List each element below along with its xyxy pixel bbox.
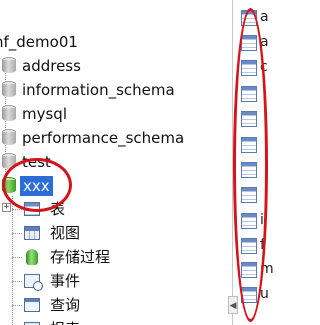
tree-item-events[interactable]: 事件 — [0, 270, 220, 292]
tree-item-label: 报表 — [50, 318, 80, 325]
tree-item-label: 查询 — [50, 296, 81, 314]
tree-item-queries[interactable]: 查询 — [0, 294, 220, 316]
db-node-information-schema[interactable]: information_schema — [0, 79, 220, 101]
list-item-label: a — [260, 34, 269, 50]
tree-item-label: 视图 — [50, 224, 81, 242]
database-icon — [2, 129, 16, 147]
db-label: test — [22, 153, 51, 171]
db-label: performance_schema — [22, 129, 185, 147]
list-item-label: c — [260, 59, 268, 75]
event-icon — [24, 274, 43, 291]
list-item-label: u — [260, 286, 269, 302]
list-item-label: f — [260, 237, 265, 253]
db-node-selected[interactable]: xxx — [0, 175, 220, 197]
table-icon[interactable] — [241, 213, 257, 229]
db-label: information_schema — [22, 81, 175, 99]
scroll-left-arrow-icon[interactable]: ◀ — [228, 296, 238, 314]
table-icon[interactable] — [241, 60, 257, 76]
tree-item-label: 事件 — [50, 272, 81, 290]
table-icon[interactable] — [241, 111, 257, 127]
table-icon — [24, 202, 40, 216]
query-icon — [24, 298, 40, 312]
table-icon[interactable] — [241, 162, 257, 178]
tree-item-stored-procedures[interactable]: 存储过程 — [0, 246, 220, 268]
db-label: address — [22, 57, 81, 75]
list-item-label: i — [260, 212, 264, 228]
object-tree: nf_demo01 address information_schema mys… — [0, 0, 228, 325]
database-icon — [2, 153, 16, 171]
tree-item-tables[interactable]: 表 — [0, 198, 220, 220]
database-icon — [2, 81, 16, 99]
list-item-label: m — [260, 261, 274, 277]
tree-item-label: 存储过程 — [50, 248, 111, 266]
tree-item-reports[interactable]: 报表 — [0, 318, 220, 325]
table-icon[interactable] — [241, 137, 257, 153]
table-icon[interactable] — [241, 287, 257, 303]
db-label-selected: xxx — [20, 176, 53, 196]
connection-label: nf_demo01 — [0, 33, 78, 51]
db-node-mysql[interactable]: mysql — [0, 103, 220, 125]
table-icon[interactable] — [241, 238, 257, 254]
table-icon[interactable] — [241, 187, 257, 203]
object-list-pane: a a c i f m u — [232, 0, 274, 325]
list-item-label: a — [260, 9, 269, 25]
tree-item-views[interactable]: 视图 — [0, 222, 220, 244]
database-icon — [2, 57, 16, 75]
table-icon[interactable] — [241, 35, 257, 51]
table-icon[interactable] — [241, 10, 257, 26]
database-icon — [2, 105, 16, 123]
db-node-performance-schema[interactable]: performance_schema — [0, 127, 220, 149]
table-icon[interactable] — [241, 262, 257, 278]
view-icon — [24, 226, 40, 240]
database-open-icon — [2, 177, 16, 195]
table-icon[interactable] — [241, 86, 257, 102]
tree-item-label: 表 — [50, 200, 66, 218]
db-node-address[interactable]: address — [0, 55, 220, 77]
db-label: mysql — [22, 105, 67, 123]
db-node-test[interactable]: test — [0, 151, 220, 173]
stored-procedure-icon — [26, 249, 38, 265]
